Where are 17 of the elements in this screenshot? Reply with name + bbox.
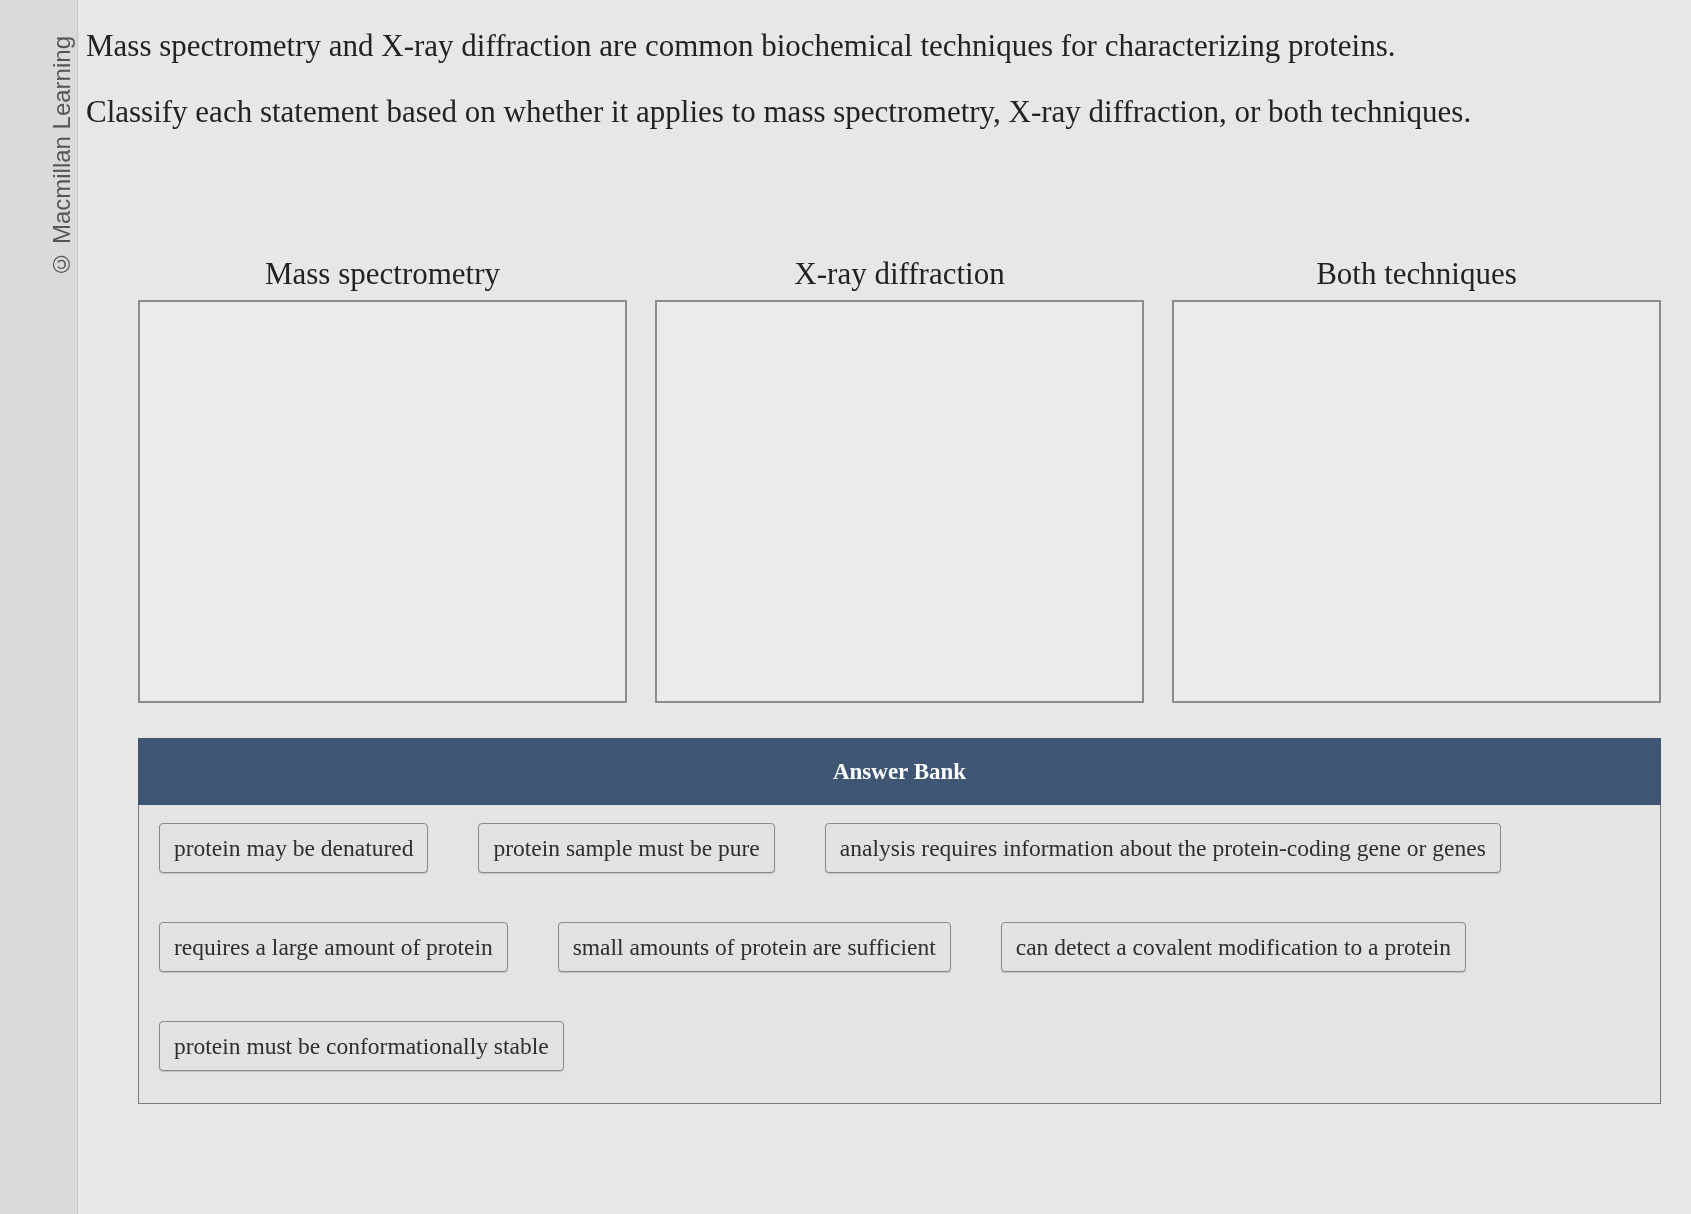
answer-bank-title: Answer Bank — [832, 757, 967, 786]
copyright-text: © Macmillan Learning — [49, 36, 75, 278]
answer-chip[interactable]: protein sample must be pure — [478, 823, 775, 873]
drop-zone[interactable] — [138, 300, 627, 703]
instruction-text: Classify each statement based on whether it applies to mass spectrometry, X-ray diffraction, or both techniques. — [86, 94, 1473, 130]
category-heading: Mass spectrometry — [265, 256, 500, 292]
answer-chip[interactable]: protein may be denatured — [159, 823, 429, 873]
category-heading: Both techniques — [1316, 256, 1517, 292]
drop-zone[interactable] — [1172, 300, 1661, 703]
drop-zone[interactable] — [655, 300, 1144, 703]
answer-chip[interactable]: analysis requires information about the protein-coding gene or genes — [824, 823, 1501, 873]
category-heading: X-ray diffraction — [794, 256, 1005, 292]
answer-chip[interactable]: small amounts of protein are sufficient — [557, 922, 951, 972]
answer-chip[interactable]: requires a large amount of protein — [159, 922, 508, 972]
instruction-text: Mass spectrometry and X-ray diffraction are common biochemical techniques for characterizing proteins. — [86, 28, 1397, 64]
answer-chip[interactable]: can detect a covalent modification to a protein — [1000, 922, 1466, 972]
answer-chip[interactable]: protein must be conformationally stable — [159, 1021, 564, 1071]
